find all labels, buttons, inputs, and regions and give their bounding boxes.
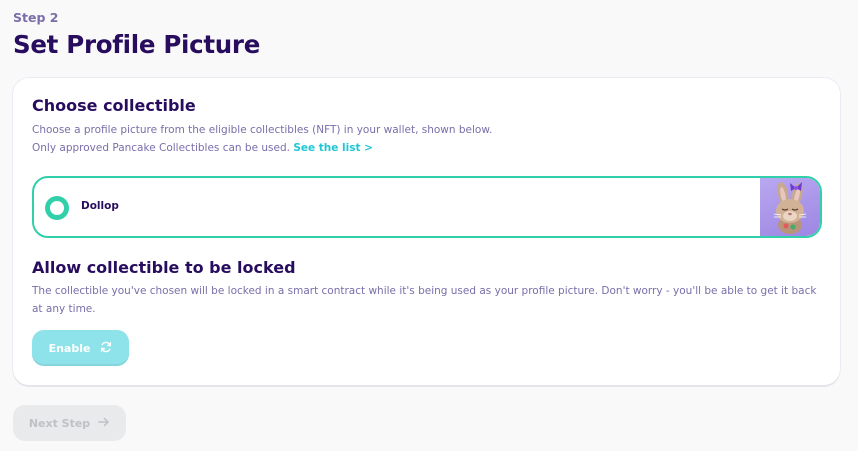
refresh-icon [100,341,112,356]
page-title: Set Profile Picture [13,30,261,59]
arrow-right-icon [98,417,110,430]
choose-collectible-heading: Choose collectible [32,96,196,115]
enable-button-label: Enable [48,341,91,355]
allow-lock-heading: Allow collectible to be locked [32,258,296,277]
description-line-2: Only approved Pancake Collectibles can b… [32,139,492,157]
next-step-label: Next Step [28,416,91,430]
enable-button[interactable]: Enable [32,330,129,366]
choose-collectible-description: Choose a profile picture from the eligib… [32,121,492,157]
see-the-list-link[interactable]: See the list > [293,142,373,154]
radio-selected-indicator[interactable] [45,196,69,220]
description-line-2-text: Only approved Pancake Collectibles can b… [32,142,290,154]
next-step-button[interactable]: Next Step [13,405,126,441]
description-line-1: Choose a profile picture from the eligib… [32,124,493,136]
step-label: Step 2 [13,10,59,25]
profile-picture-card: Choose collectible Choose a profile pict… [13,78,840,385]
collectible-option-dollop[interactable]: Dollop [32,176,822,238]
collectible-option-label: Dollop [81,200,119,212]
allow-lock-description: The collectible you've chosen will be lo… [32,285,817,315]
bunny-nft-image [760,178,820,236]
